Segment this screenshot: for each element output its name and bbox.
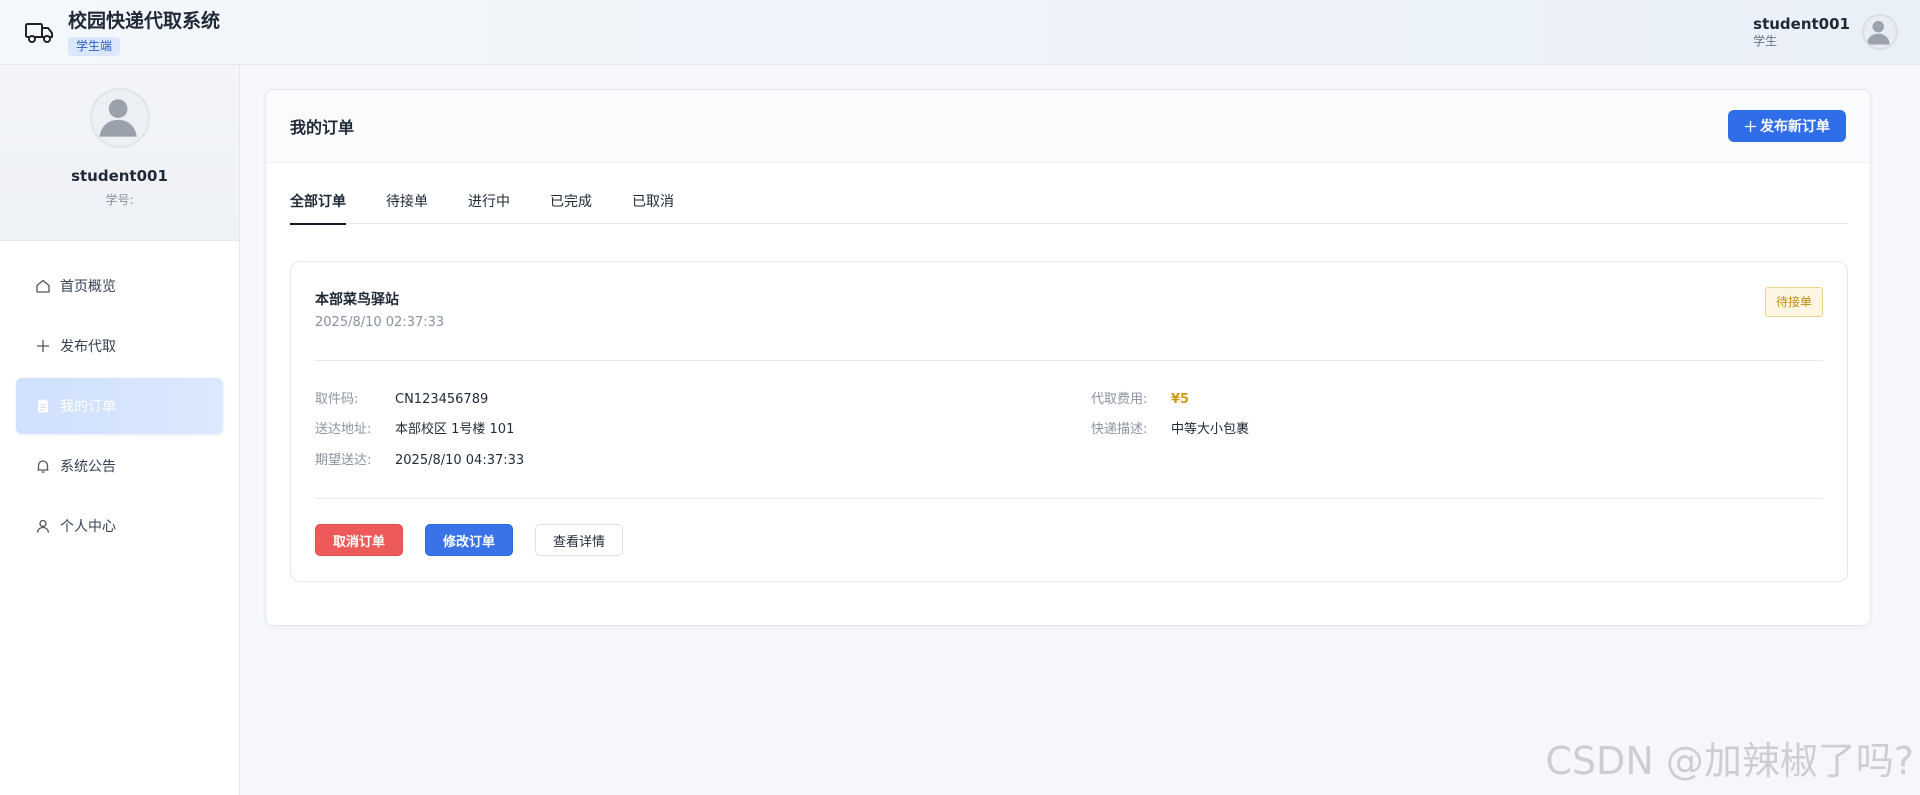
sidebar-item-label: 个人中心 [60,519,116,535]
order-station: 本部菜鸟驿站 [315,292,399,308]
divider [315,498,1823,499]
tab-pending[interactable]: 待接单 [386,189,428,224]
avatar[interactable] [1862,14,1898,50]
address-value: 本部校区 1号楼 101 [395,422,515,437]
page-title: 我的订单 [290,118,355,137]
user-avatar-icon [98,99,137,137]
brand: 校园快递代取系统 学生端 [24,9,220,56]
profile-avatar [89,88,150,148]
app-title: 校园快递代取系统 [68,9,221,32]
sidebar-item-label: 首页概览 [60,279,116,295]
user-icon [36,519,50,533]
header-user-role: 学生 [1753,34,1778,48]
order-actions: 取消订单 修改订单 查看详情 [315,524,645,556]
tab-all[interactable]: 全部订单 [290,189,346,225]
order-created-at: 2025/8/10 02:37:33 [315,315,445,330]
tab-cancelled[interactable]: 已取消 [632,189,674,224]
truck-icon [25,23,53,43]
role-badge: 学生端 [68,36,121,56]
expected-value: 2025/8/10 04:37:33 [395,453,525,468]
user-menu[interactable]: student001 学生 [1753,14,1898,50]
tab-in-progress[interactable]: 进行中 [468,189,510,224]
sidebar-item-announcements[interactable]: 系统公告 [16,438,223,494]
tab-completed[interactable]: 已完成 [550,189,592,224]
address-label: 送达地址: [315,422,372,437]
desc-value: 中等大小包裹 [1171,422,1250,437]
watermark: CSDN @加辣椒了吗? [1545,739,1914,783]
sidebar: student001 学号: 首页概览 发布代取 我的订单 系统公告 个人中心 [0,65,240,795]
top-header: 校园快递代取系统 学生端 student001 学生 [0,0,1920,65]
sidebar-item-home[interactable]: 首页概览 [16,258,223,314]
sidebar-menu: 首页概览 发布代取 我的订单 系统公告 个人中心 [0,241,239,554]
order-tabs: 全部订单 待接单 进行中 已完成 已取消 [290,189,1848,225]
fee-row: 代取费用: ¥5 [1091,388,1189,407]
address-row: 送达地址: 本部校区 1号楼 101 [315,418,514,437]
profile-student-id: 学号: [105,193,134,207]
divider [315,360,1823,361]
user-avatar-icon [1866,20,1890,45]
publish-order-button[interactable]: 发布新订单 [1728,110,1846,142]
sidebar-item-my-orders[interactable]: 我的订单 [16,378,223,434]
pickup-code-value: CN123456789 [395,392,489,407]
status-badge: 待接单 [1764,287,1823,317]
fee-value: ¥5 [1171,392,1190,407]
expected-row: 期望送达: 2025/8/10 04:37:33 [315,449,524,468]
view-details-button[interactable]: 查看详情 [535,524,624,556]
sidebar-item-label: 系统公告 [60,459,116,475]
pickup-code-label: 取件码: [315,392,359,407]
profile-name: student001 [71,167,168,185]
sidebar-item-label: 发布代取 [60,339,116,355]
panel-header: 我的订单 发布新订单 [266,90,1870,163]
cancel-order-button[interactable]: 取消订单 [315,524,404,556]
edit-order-button[interactable]: 修改订单 [425,524,514,556]
expected-label: 期望送达: [315,453,372,468]
profile-card: student001 学号: [0,65,239,241]
publish-order-label: 发布新订单 [1760,119,1830,135]
plus-icon [37,340,49,352]
clipboard-icon [38,399,48,413]
sidebar-item-label: 我的订单 [60,399,116,415]
desc-label: 快递描述: [1091,422,1148,437]
orders-panel: 我的订单 发布新订单 全部订单 待接单 进行中 已完成 已取消 本部菜鸟驿站 2… [265,89,1871,626]
plus-icon [1744,120,1757,132]
sidebar-item-profile[interactable]: 个人中心 [16,498,223,554]
desc-row: 快递描述: 中等大小包裹 [1091,418,1249,437]
sidebar-item-publish[interactable]: 发布代取 [16,318,223,374]
order-card: 本部菜鸟驿站 2025/8/10 02:37:33 待接单 取件码: CN1234… [290,261,1848,582]
home-icon [36,279,50,293]
fee-label: 代取费用: [1091,392,1148,407]
pickup-code-row: 取件码: CN123456789 [315,388,488,407]
header-user-name: student001 [1753,15,1850,33]
bell-icon [37,460,49,473]
